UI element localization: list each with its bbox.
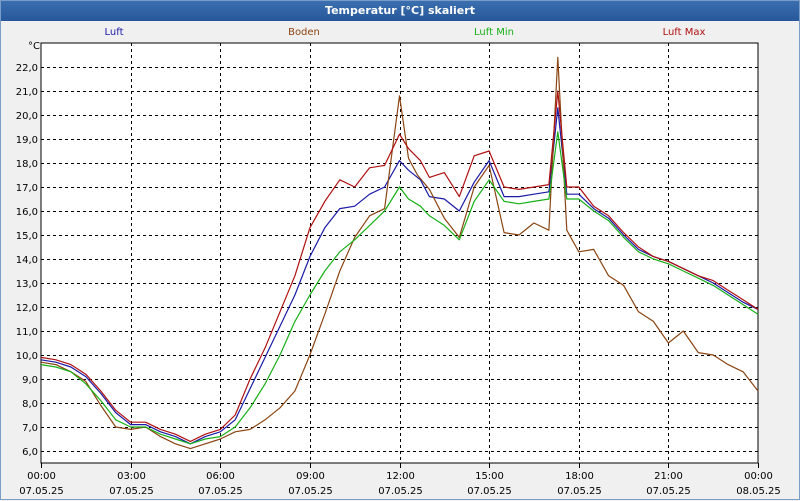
chart-window: Temperatur [°C] skaliert 6,0 7,0 8,0 9,0 10,… xyxy=(0,0,800,500)
y-axis-unit-label: °C xyxy=(28,41,40,52)
y-tick-label: 13,0 xyxy=(16,279,38,290)
legend-label: Luft Max xyxy=(663,27,706,38)
temperature-chart: 6,0 7,0 8,0 9,0 10,0 11,0 12,0 13,0 14,0 15,0 16,0… xyxy=(16,27,781,497)
x-tick-time-label: 09:00 xyxy=(296,471,325,482)
y-tick-label: 20,0 xyxy=(16,111,38,122)
x-tick-time-label: 21:00 xyxy=(654,471,683,482)
legend-label: Boden xyxy=(288,27,320,38)
x-tick-time-label: 18:00 xyxy=(565,471,594,482)
y-tick-label: 9,0 xyxy=(22,375,38,386)
x-tick-date-label: 07.05.25 xyxy=(19,486,64,497)
y-tick-label: 19,0 xyxy=(16,135,38,146)
y-tick-label: 21,0 xyxy=(16,87,38,98)
x-tick-time-label: 00:00 xyxy=(744,471,773,482)
x-tick-date-label: 07.05.25 xyxy=(646,486,691,497)
y-tick-label: 17,0 xyxy=(16,183,38,194)
y-tick-label: 12,0 xyxy=(16,303,38,314)
x-tick-date-label: 07.05.25 xyxy=(198,486,243,497)
y-tick-label: 10,0 xyxy=(16,351,38,362)
x-tick-time-label: 12:00 xyxy=(386,471,415,482)
x-tick-date-label: 07.05.25 xyxy=(467,486,512,497)
x-tick-date-label: 08.05.25 xyxy=(736,486,781,497)
x-tick-date-label: 07.05.25 xyxy=(378,486,423,497)
y-tick-label: 14,0 xyxy=(16,255,38,266)
y-tick-label: 8,0 xyxy=(22,399,38,410)
legend-label: Luft Min xyxy=(474,27,514,38)
y-tick-label: 18,0 xyxy=(16,159,38,170)
x-tick-time-label: 00:00 xyxy=(27,471,56,482)
x-tick-time-label: 06:00 xyxy=(206,471,235,482)
y-tick-label: 6,0 xyxy=(22,447,38,458)
x-tick-date-label: 07.05.25 xyxy=(557,486,602,497)
y-tick-label: 7,0 xyxy=(22,423,38,434)
plot-area xyxy=(40,42,759,464)
y-tick-label: 16,0 xyxy=(16,207,38,218)
x-tick-time-label: 15:00 xyxy=(475,471,504,482)
legend-label: Luft xyxy=(105,27,124,38)
x-tick-time-label: 03:00 xyxy=(117,471,146,482)
x-tick-date-label: 07.05.25 xyxy=(109,486,154,497)
y-tick-label: 22,0 xyxy=(16,63,38,74)
y-tick-label: 11,0 xyxy=(16,327,38,338)
x-tick-date-label: 07.05.25 xyxy=(288,486,333,497)
y-tick-label: 15,0 xyxy=(16,231,38,242)
